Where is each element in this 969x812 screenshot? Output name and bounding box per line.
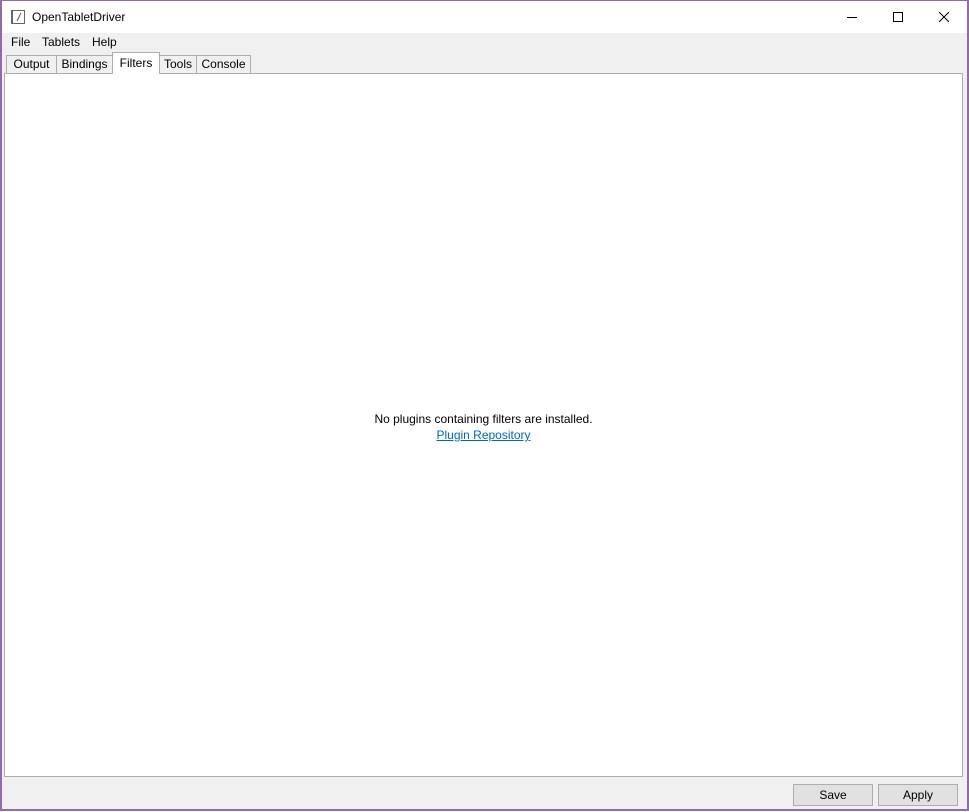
tab-console[interactable]: Console bbox=[196, 55, 251, 73]
menu-bar: File Tablets Help bbox=[2, 33, 967, 52]
apply-button[interactable]: Apply bbox=[878, 784, 958, 806]
app-icon bbox=[11, 10, 25, 24]
plugin-repository-link[interactable]: Plugin Repository bbox=[436, 428, 530, 442]
tab-strip: Output Bindings Filters Tools Console bbox=[4, 52, 965, 74]
menu-tablets[interactable]: Tablets bbox=[39, 35, 83, 49]
window-title: OpenTabletDriver bbox=[32, 10, 126, 24]
menu-file[interactable]: File bbox=[8, 35, 33, 49]
plugin-repository-row: Plugin Repository bbox=[5, 428, 962, 442]
tab-filters[interactable]: Filters bbox=[112, 52, 160, 74]
title-bar[interactable]: OpenTabletDriver bbox=[2, 1, 967, 33]
tab-bindings[interactable]: Bindings bbox=[56, 55, 113, 73]
maximize-button[interactable] bbox=[875, 1, 921, 33]
menu-help[interactable]: Help bbox=[89, 35, 120, 49]
close-button[interactable] bbox=[921, 1, 967, 33]
tab-output[interactable]: Output bbox=[6, 55, 57, 73]
maximize-icon bbox=[893, 12, 903, 22]
save-button[interactable]: Save bbox=[793, 784, 873, 806]
close-icon bbox=[939, 12, 949, 22]
minimize-icon bbox=[847, 17, 857, 18]
filters-panel: No plugins containing filters are instal… bbox=[4, 73, 963, 777]
minimize-button[interactable] bbox=[829, 1, 875, 33]
empty-message: No plugins containing filters are instal… bbox=[374, 412, 593, 426]
app-window: OpenTabletDriver File Tablets Help Outpu… bbox=[0, 0, 969, 811]
tab-tools[interactable]: Tools bbox=[159, 55, 197, 73]
